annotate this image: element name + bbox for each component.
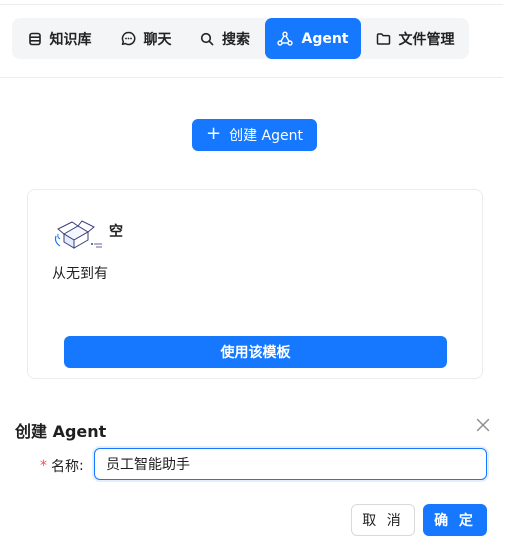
- tab-label: 聊天: [143, 31, 172, 48]
- template-description: 从无到有: [52, 266, 108, 282]
- create-agent-label: 创建 Agent: [229, 128, 303, 144]
- tab-label: Agent: [301, 30, 349, 47]
- use-template-button[interactable]: 使用该模板: [64, 336, 447, 368]
- template-title: 空: [109, 224, 123, 240]
- top-nav: 知识库 聊天 搜索 Agent 文件管理: [12, 18, 469, 59]
- top-divider: [0, 4, 503, 5]
- plus-icon: +: [206, 123, 222, 144]
- confirm-button[interactable]: 确 定: [423, 504, 487, 536]
- tab-file-management[interactable]: 文件管理: [361, 18, 469, 59]
- tab-knowledge-base[interactable]: 知识库: [12, 18, 107, 59]
- search-icon: [200, 32, 214, 45]
- tab-label: 文件管理: [398, 31, 455, 48]
- tab-label: 知识库: [49, 31, 92, 48]
- page: 知识库 聊天 搜索 Agent 文件管理 + 创建 Agent 空 从无到有 使…: [0, 0, 507, 549]
- empty-box-illustration-icon: [54, 220, 102, 249]
- close-icon: [476, 418, 490, 432]
- required-marker: *: [40, 458, 47, 474]
- create-agent-button[interactable]: + 创建 Agent: [192, 119, 317, 151]
- template-card: 空 从无到有 使用该模板: [27, 189, 483, 379]
- create-form-title: 创建 Agent: [15, 422, 107, 441]
- cancel-button[interactable]: 取 消: [351, 504, 415, 536]
- tab-label: 搜索: [222, 31, 250, 48]
- database-icon: [28, 32, 41, 45]
- name-label-text: 名称: [51, 459, 79, 475]
- name-input[interactable]: [94, 448, 487, 480]
- tab-chat[interactable]: 聊天: [107, 18, 185, 59]
- nav-divider: [0, 77, 503, 78]
- label-colon: :: [79, 458, 84, 474]
- tab-agent[interactable]: Agent: [265, 18, 361, 59]
- network-icon: [277, 31, 294, 46]
- name-field-label: * 名称:: [40, 456, 84, 476]
- folder-icon: [376, 32, 390, 45]
- chat-bubble-icon: [121, 31, 135, 46]
- close-button[interactable]: [472, 414, 494, 436]
- tab-search[interactable]: 搜索: [185, 18, 265, 59]
